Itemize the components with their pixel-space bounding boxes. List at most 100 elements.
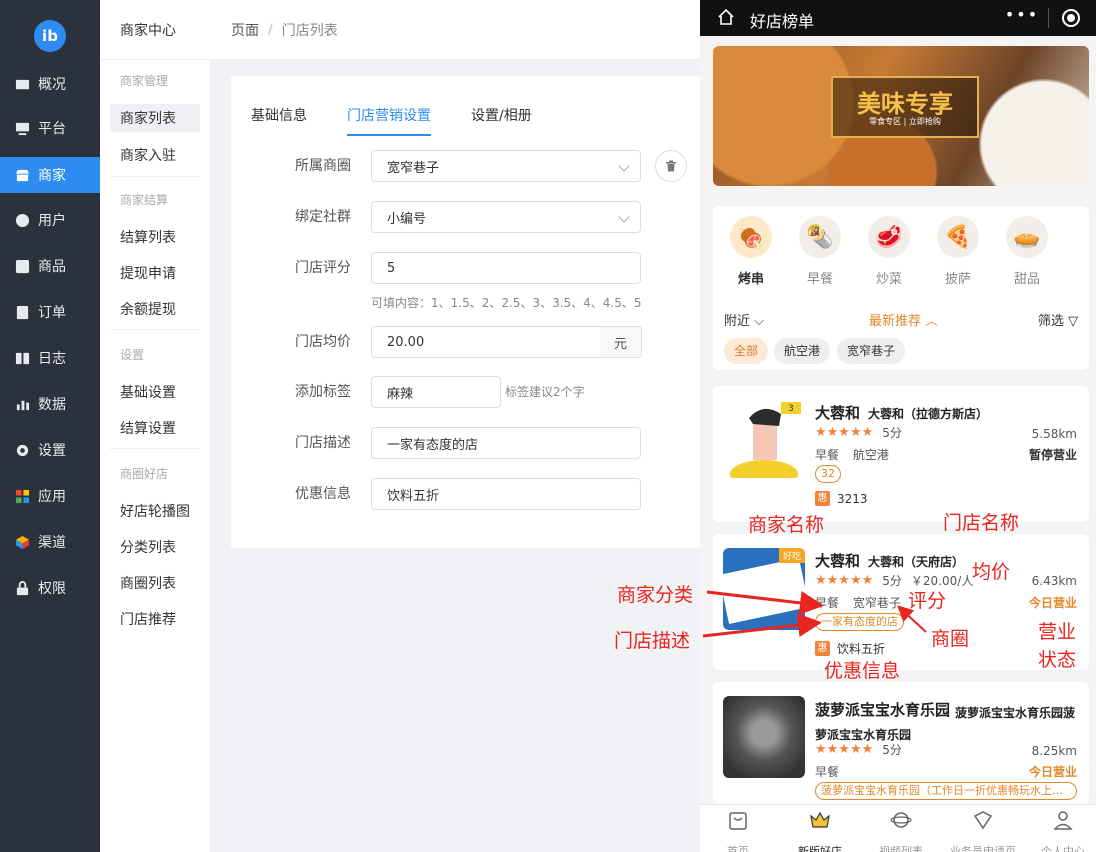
tabbar-label: 视频列表 [879, 845, 923, 852]
nav-item-label: 数据 [38, 397, 66, 413]
close-target-icon[interactable] [1062, 9, 1080, 27]
filter-nearby[interactable]: 附近 ⌵ [724, 310, 764, 329]
nav-item-apps[interactable]: 应用 [0, 478, 100, 514]
subnav-item-basic-settings[interactable]: 基础设置 [110, 378, 200, 406]
tabbar-home[interactable]: 首页 [703, 809, 773, 852]
district-select[interactable]: 宽窄巷子 [371, 150, 641, 182]
tabbar-label: 业务员申请页 [950, 845, 1016, 852]
nav-item-user[interactable]: 用户 [0, 202, 100, 238]
subnav-item-withdraw-apply[interactable]: 提现申请 [110, 259, 200, 287]
category-pizza[interactable]: 🍕 披萨 [933, 216, 983, 287]
community-label: 绑定社群 [295, 209, 351, 225]
thumb-title: 产品手册 [737, 571, 774, 581]
rating-hint: 可填内容：1、1.5、2、2.5、3、3.5、4、4.5、5 [371, 296, 642, 310]
store-rating: ★★★★★ 5分 [815, 424, 902, 441]
subnav-item-store-recommend[interactable]: 门店推荐 [110, 605, 200, 633]
desc-label: 门店描述 [295, 435, 351, 451]
nav-item-label: 用户 [38, 213, 66, 229]
tab-settings-album[interactable]: 设置/相册 [471, 106, 532, 136]
annotation-store-desc: 门店描述 [614, 630, 691, 652]
clipboard-icon [14, 304, 30, 320]
tabbar-video[interactable]: 视频列表 [866, 809, 936, 852]
category-dessert[interactable]: 🥧 甜品 [1002, 216, 1052, 287]
store-card[interactable]: 菠萝派宝宝水育乐园 菠萝派宝宝水育乐园菠萝派宝宝水育乐园 ★★★★★ 5分 8.… [713, 682, 1089, 804]
form-row-tag: 添加标签 麻辣 标签建议2个字 [231, 376, 700, 408]
form-row-community: 绑定社群 小编号 [231, 201, 700, 233]
promo-banner[interactable]: 美味专享 零食专区 | 立即抢购 [713, 46, 1089, 186]
apps-icon [14, 488, 30, 504]
annotation-avg-price: 均价 [972, 561, 1011, 583]
chip-kuanzhai[interactable]: 宽窄巷子 [837, 338, 906, 364]
nav-item-channel[interactable]: 渠道 [0, 524, 100, 560]
subnav-item-settlement-settings[interactable]: 结算设置 [110, 414, 200, 442]
nav-item-merchant[interactable]: 商家 [0, 157, 100, 193]
filter-recommend[interactable]: 最新推荐 ︿ [869, 310, 938, 329]
subnav-group-title: 商圈好店 [120, 467, 169, 481]
tabbar-new-store[interactable]: 新版好店 [785, 809, 855, 852]
store-category: 早餐 [815, 596, 840, 610]
nav-item-settings[interactable]: 设置 [0, 432, 100, 468]
store-category: 早餐 [815, 765, 840, 779]
mobile-page-title: 好店榜单 [750, 12, 815, 31]
nav-item-permission[interactable]: 权限 [0, 570, 100, 606]
subnav-group-title: 设置 [120, 348, 145, 362]
filter-button[interactable]: 筛选 ▽ [1038, 310, 1078, 329]
store-promo: 惠 饮料五折 [815, 640, 885, 657]
subnav-item-merchant-join[interactable]: 商家入驻 [110, 141, 200, 169]
nav-item-order[interactable]: 订单 [0, 294, 100, 330]
store-badge: 一家有态度的店 [815, 613, 904, 631]
store-distance: 6.43km [1031, 574, 1077, 588]
bar-chart-icon [14, 396, 30, 412]
chip-airport[interactable]: 航空港 [774, 338, 831, 364]
community-select[interactable]: 小编号 [371, 201, 641, 233]
pizza-icon: 🍕 [937, 216, 979, 258]
breadcrumb-page[interactable]: 页面 [231, 20, 259, 40]
subnav-item-district-list[interactable]: 商圈列表 [110, 569, 200, 597]
nav-item-platform[interactable]: 平台 [0, 110, 100, 146]
desc-input[interactable]: 一家有态度的店 [371, 427, 641, 459]
more-button[interactable]: ••• [1000, 6, 1044, 30]
category-breakfast[interactable]: 🌯 早餐 [795, 216, 845, 287]
nav-item-data[interactable]: 数据 [0, 386, 100, 422]
funnel-icon: ▽ [1068, 314, 1079, 329]
store-card[interactable]: 好吃 产品手册 大蓉和 大蓉和（天府店） ★★★★★ 5分 ￥20.00/人 6… [713, 534, 1089, 670]
nav-item-overview[interactable]: 概况 [0, 66, 100, 102]
subnav-group-title: 商家管理 [120, 74, 169, 88]
delete-button[interactable] [655, 150, 687, 182]
tag-label: 添加标签 [295, 384, 351, 400]
store-rating: ★★★★★ 5分 ￥20.00/人 [815, 572, 973, 589]
promo-text: 3213 [837, 491, 868, 506]
app-logo[interactable]: ib [34, 20, 66, 52]
category-panel: 🍖 烤串 🌯 早餐 🥩 炒菜 🍕 披萨 🥧 甜品 附近 ⌵ 最新推荐 ︿ 筛选 … [713, 206, 1089, 370]
tabbar-salesman[interactable]: 业务员申请页 [948, 809, 1018, 852]
subnav-group-title: 商家结算 [120, 193, 169, 207]
subnav-item-category-list[interactable]: 分类列表 [110, 533, 200, 561]
store-area: 宽窄巷子 [852, 596, 901, 610]
tab-marketing-settings[interactable]: 门店营销设置 [347, 106, 431, 136]
store-name: 大蓉和 [815, 552, 861, 570]
category-bbq[interactable]: 🍖 烤串 [726, 216, 776, 287]
category-label: 烤串 [737, 272, 764, 287]
subnav-item-balance-withdraw[interactable]: 余额提现 [110, 295, 200, 323]
cube-icon [14, 534, 30, 550]
rating-input[interactable]: 5 [371, 252, 641, 284]
tab-basic-info[interactable]: 基础信息 [251, 106, 307, 136]
chip-all[interactable]: 全部 [724, 338, 769, 364]
subnav-item-merchant-list[interactable]: 商家列表 [110, 104, 200, 132]
nav-item-log[interactable]: 日志 [0, 340, 100, 376]
mobile-preview: 好店榜单 ••• 美味专享 零食专区 | 立即抢购 🍖 烤串 🌯 早餐 🥩 炒菜… [700, 0, 1096, 852]
tag-input[interactable]: 麻辣 [371, 376, 501, 408]
avg-price-input[interactable]: 20.00 [371, 326, 601, 358]
subnav-item-carousel[interactable]: 好店轮播图 [110, 497, 200, 525]
category-stirfry[interactable]: 🥩 炒菜 [864, 216, 914, 287]
subnav-item-settlement-list[interactable]: 结算列表 [110, 223, 200, 251]
rating-label: 门店评分 [295, 260, 351, 276]
tabbar-profile[interactable]: 个人中心 [1028, 809, 1096, 852]
store-card[interactable]: 3 大蓉和 大蓉和（拉德方斯店） ★★★★★ 5分 5.58km 早餐 航空港 … [713, 386, 1089, 522]
banner-plate: 美味专享 零食专区 | 立即抢购 [831, 76, 979, 138]
home-icon[interactable] [717, 8, 735, 26]
promo-input[interactable]: 饮料五折 [371, 478, 641, 510]
title-bar-divider [1048, 8, 1049, 28]
nav-item-goods[interactable]: 商品 [0, 248, 100, 284]
rank-badge: 3 [788, 404, 794, 414]
